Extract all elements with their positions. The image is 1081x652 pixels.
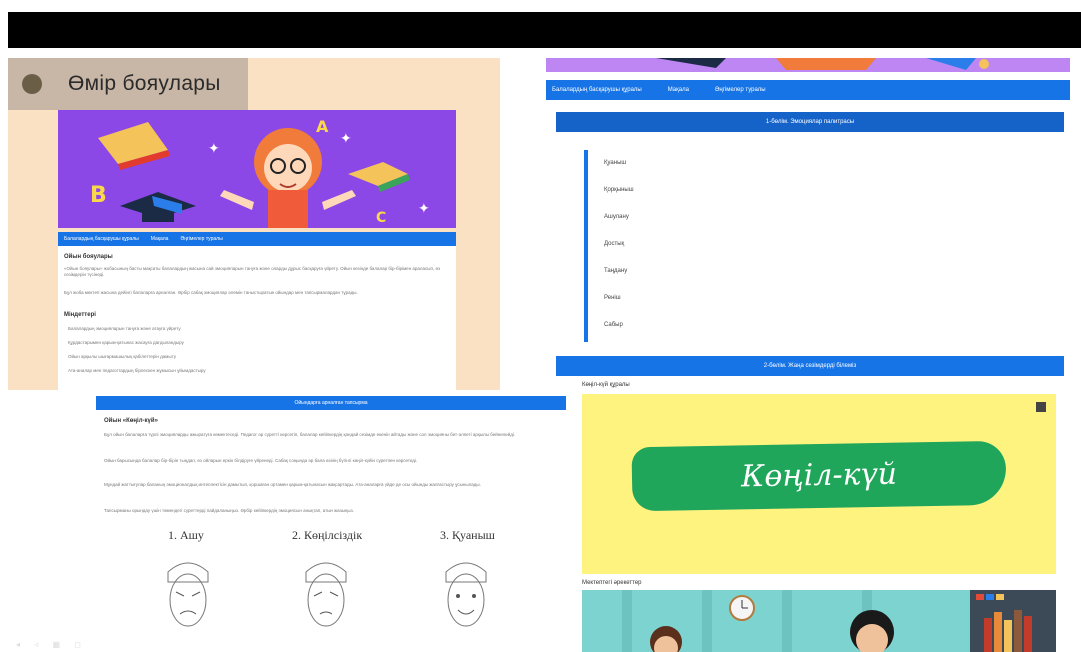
content-heading: Ойын бояулары: [64, 254, 113, 260]
goal-item: Құрдастарымен қарым-қатынас жасауға дағд…: [68, 340, 184, 345]
mood-image-text: Көңіл-күй: [740, 456, 898, 495]
emotion-list-item[interactable]: Қорқыныш: [604, 187, 634, 193]
bookshelf-illustration: [970, 590, 1056, 652]
content-paragraph: Бұл жоба мектеп жасына дейінгі балаларға…: [64, 290, 358, 295]
right-top-banner: [546, 58, 1070, 72]
brush-stroke: Көңіл-күй: [631, 440, 1007, 512]
section-2-header: 2-бөлім. Жаңа сезімдерді білеміз: [556, 356, 1064, 376]
mood-image: Көңіл-күй: [582, 394, 1056, 574]
sparkle-icon: ✦: [418, 200, 430, 216]
site-logo-icon: [22, 74, 42, 94]
nav-item-tools[interactable]: Балалардың басқарушы құралы: [552, 80, 642, 100]
happy-face-drawing: [445, 562, 487, 627]
nav-item-stories[interactable]: Әңгімелер туралы: [180, 232, 222, 246]
emotion-list-item[interactable]: Достық: [604, 241, 624, 247]
game-paragraph: Тапсырманы орындау үшін төмендегі суретт…: [104, 508, 354, 513]
classroom-illustration: [582, 590, 970, 652]
emotion-list-item[interactable]: Таңдану: [604, 268, 627, 274]
top-black-bar: [8, 12, 1081, 48]
svg-text:B: B: [90, 183, 107, 208]
emotion-list-item[interactable]: Сабыр: [604, 322, 623, 328]
site-title: Өмір бояулары: [68, 72, 221, 95]
site-content: Ойын бояулары «Ойын бояулары» жобасының …: [58, 246, 456, 390]
game-heading: Ойын «Көңіл-күй»: [104, 418, 158, 424]
site-preview-left: Өмір бояулары B A C ✦ ✦ ✦ Балалардың бас…: [8, 58, 500, 390]
nav-item-article[interactable]: Мақала: [668, 80, 689, 100]
face-label: 2. Көңілсіздік: [292, 528, 363, 542]
face-label: 3. Қуаныш: [440, 528, 495, 542]
slide-controls[interactable]: ◂ ◃ ▦ ◻: [16, 640, 87, 649]
svg-text:C: C: [376, 210, 386, 226]
emotion-list-item[interactable]: Ашулану: [604, 214, 629, 220]
fullscreen-icon[interactable]: [1036, 402, 1046, 412]
emotion-list-accent: [584, 150, 588, 342]
goal-item: Ойын арқылы шығармашылық қабілеттерін да…: [68, 354, 176, 359]
site-navbar: Балалардың басқарушы құралы Мақала Әңгім…: [58, 232, 456, 246]
section-1-header: 1-бөлім. Эмоциялар палитрасы: [556, 112, 1064, 132]
sparkle-icon: ✦: [340, 130, 352, 146]
task-bar-title: Ойындарға арналған тапсырма: [294, 400, 368, 406]
game-paragraph: Ойын барысында балалар бір-бірін тыңдап,…: [104, 458, 418, 463]
game-paragraph: Мұндай жаттығулар баланың эмоционалдық и…: [104, 482, 481, 487]
site-header: Өмір бояулары: [8, 58, 248, 110]
sparkle-icon: ✦: [208, 140, 220, 156]
goals-heading: Міндеттері: [64, 312, 96, 318]
angry-face-drawing: [167, 562, 209, 627]
content-paragraph: «Ойын бояулары» жобасының басты мақсаты …: [64, 266, 441, 277]
right-navbar: Балалардың басқарушы құралы Мақала Әңгім…: [546, 80, 1070, 100]
section-1-title: 1-бөлім. Эмоциялар палитрасы: [765, 119, 855, 125]
classroom-image: [582, 590, 970, 652]
nav-item-stories[interactable]: Әңгімелер туралы: [715, 80, 766, 100]
svg-text:A: A: [316, 117, 329, 136]
emotion-list-item[interactable]: Қуаныш: [604, 160, 626, 166]
goal-item: Ата-аналар мен педагогтардың бірлескен ж…: [68, 368, 206, 373]
nav-item-article[interactable]: Мақала: [151, 232, 169, 246]
image-1-caption: Көңіл-күй құралы: [582, 382, 630, 388]
section-2-title: 2-бөлім. Жаңа сезімдерді білеміз: [763, 363, 857, 369]
hero-banner: B A C ✦ ✦ ✦: [58, 110, 456, 228]
classroom-side-image: [970, 590, 1056, 652]
face-label: 1. Ашу: [168, 528, 204, 542]
emotion-list-item[interactable]: Реніш: [604, 295, 621, 301]
nav-item-tools[interactable]: Балалардың басқарушы құралы: [64, 232, 139, 246]
sad-face-drawing: [305, 562, 347, 627]
task-bar: Ойындарға арналған тапсырма: [96, 396, 566, 410]
goal-item: Балалардың эмоцияларын тануға және атауғ…: [68, 326, 181, 331]
hero-illustration: B A C: [90, 117, 410, 228]
image-2-caption: Мектептегі әрекеттер: [582, 580, 642, 586]
game-paragraph: Бұл ойын балаларға түрлі эмоцияларды ажы…: [104, 432, 516, 437]
banner-illustration: [546, 58, 1070, 72]
